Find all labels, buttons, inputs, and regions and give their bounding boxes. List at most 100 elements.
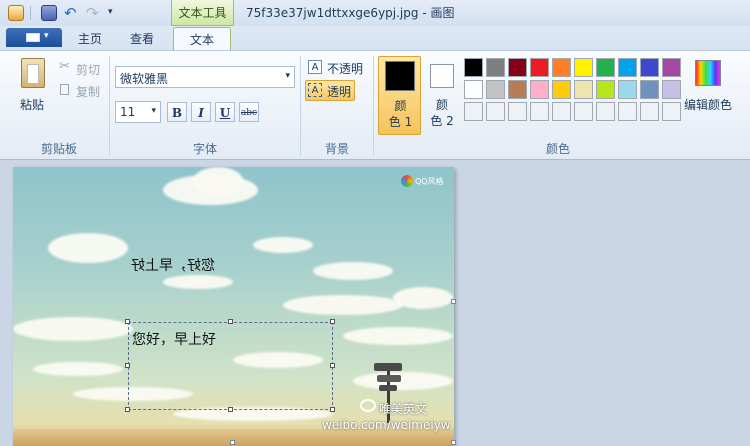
palette-swatch[interactable] [662,80,681,99]
color1-label-line1: 颜 [394,99,407,113]
group-label-clipboard: 剪贴板 [40,142,77,156]
palette-swatch[interactable] [464,80,483,99]
palette-swatch[interactable] [574,80,593,99]
custom-color-slot[interactable] [486,102,505,121]
redo-icon[interactable]: ↷ [86,4,99,22]
cloud [48,233,128,263]
undo-icon[interactable]: ↶ [64,4,77,22]
paste-label: 粘贴 [20,98,45,112]
canvas-resize-handle[interactable] [451,299,456,304]
copy-button[interactable]: 复制 [58,82,104,99]
custom-color-slot[interactable] [640,102,659,121]
custom-color-slot[interactable] [662,102,681,121]
canvas-resize-handle[interactable] [230,440,235,445]
bold-button[interactable]: B [167,102,187,122]
custom-color-slot[interactable] [574,102,593,121]
color-spectrum-icon [695,60,721,86]
custom-color-slot[interactable] [530,102,549,121]
underline-button[interactable]: U [215,102,235,122]
palette-swatch[interactable] [596,58,615,77]
palette-swatch[interactable] [640,80,659,99]
cloud [313,262,393,280]
chevron-down-icon: ▾ [151,106,156,116]
cloud [353,372,453,390]
copy-icon [60,84,69,95]
window-title: 75f33e37jw1dttxxge6ypj.jpg - 画图 [246,6,455,20]
resize-handle[interactable] [228,407,233,412]
paste-button[interactable]: 粘贴 [14,56,54,116]
group-divider [300,56,301,156]
color2-swatch [430,64,454,88]
color2-button[interactable]: 颜 色 2 [424,56,460,135]
paint-app-icon[interactable] [8,5,24,21]
weibo-logo-icon [360,399,376,412]
resize-handle[interactable] [330,363,335,368]
save-icon[interactable] [41,5,57,21]
palette-swatch[interactable] [640,58,659,77]
tab-view[interactable]: 查看 [122,29,162,50]
palette-swatch[interactable] [530,58,549,77]
group-divider [109,56,110,156]
drawing-canvas[interactable]: QQ风格 您好，早上好 您好，早上好 唯美英文 weibo.com/weimei… [13,167,454,446]
palette-swatch[interactable] [530,80,549,99]
custom-color-slot[interactable] [508,102,527,121]
resize-handle[interactable] [330,407,335,412]
edit-colors-button[interactable]: 编辑颜色 [684,56,744,116]
font-family-value: 微软雅黑 [120,72,169,86]
text-box[interactable]: 您好，早上好 [128,322,333,410]
palette-swatch[interactable] [618,58,637,77]
strikethrough-button[interactable]: abc [239,102,259,122]
context-tab-text-tools: 文本工具 [171,0,234,26]
palette-swatch[interactable] [508,80,527,99]
custom-color-slot[interactable] [464,102,483,121]
palette-swatch[interactable] [574,58,593,77]
transparent-button[interactable]: A 透明 [305,80,355,101]
italic-button[interactable]: I [191,102,211,122]
quick-access-divider [30,6,31,20]
font-family-select[interactable]: 微软雅黑 ▾ [115,66,295,88]
customize-quick-access-icon[interactable]: ▾ [108,7,113,17]
color1-swatch [385,61,415,91]
text-box-content: 您好，早上好 [132,332,216,348]
palette-swatch[interactable] [486,58,505,77]
cloud [163,275,233,289]
resize-handle[interactable] [125,407,130,412]
color2-label-line1: 颜 [435,98,448,112]
signpost-sign [374,363,402,371]
signpost-sign [377,375,401,382]
palette-swatch[interactable] [662,58,681,77]
palette-swatch[interactable] [508,58,527,77]
cloud [343,327,453,345]
custom-color-slot[interactable] [618,102,637,121]
palette-swatch[interactable] [618,80,637,99]
cloud [283,295,403,315]
tab-home[interactable]: 主页 [70,29,110,50]
clipboard-paper [27,64,39,84]
font-size-select[interactable]: 11 ▾ [115,101,161,123]
opaque-button[interactable]: A 不透明 [306,58,370,78]
mirrored-text-content: 您好，早上好 [131,258,215,274]
color-palette [464,58,684,124]
file-menu-button[interactable]: ▾ [6,28,62,47]
palette-swatch[interactable] [464,58,483,77]
palette-swatch[interactable] [552,80,571,99]
canvas-resize-handle[interactable] [451,440,456,445]
palette-swatch[interactable] [596,80,615,99]
palette-swatch[interactable] [552,58,571,77]
resize-handle[interactable] [125,319,130,324]
tab-text[interactable]: 文本 [173,27,231,51]
custom-color-slot[interactable] [552,102,571,121]
resize-handle[interactable] [330,319,335,324]
cut-label: 剪切 [76,63,101,77]
palette-swatch[interactable] [486,80,505,99]
edit-colors-label: 编辑颜色 [684,98,733,112]
ribbon-tab-row [0,26,750,50]
color1-button[interactable]: 颜 色 1 [378,56,421,135]
watermark-url: weibo.com/weimeiyw [322,418,451,432]
chevron-down-icon: ▾ [44,31,49,41]
group-label-colors: 颜色 [545,142,570,156]
cut-button[interactable]: ✂ 剪切 [58,59,104,77]
custom-color-slot[interactable] [596,102,615,121]
resize-handle[interactable] [125,363,130,368]
resize-handle[interactable] [228,319,233,324]
